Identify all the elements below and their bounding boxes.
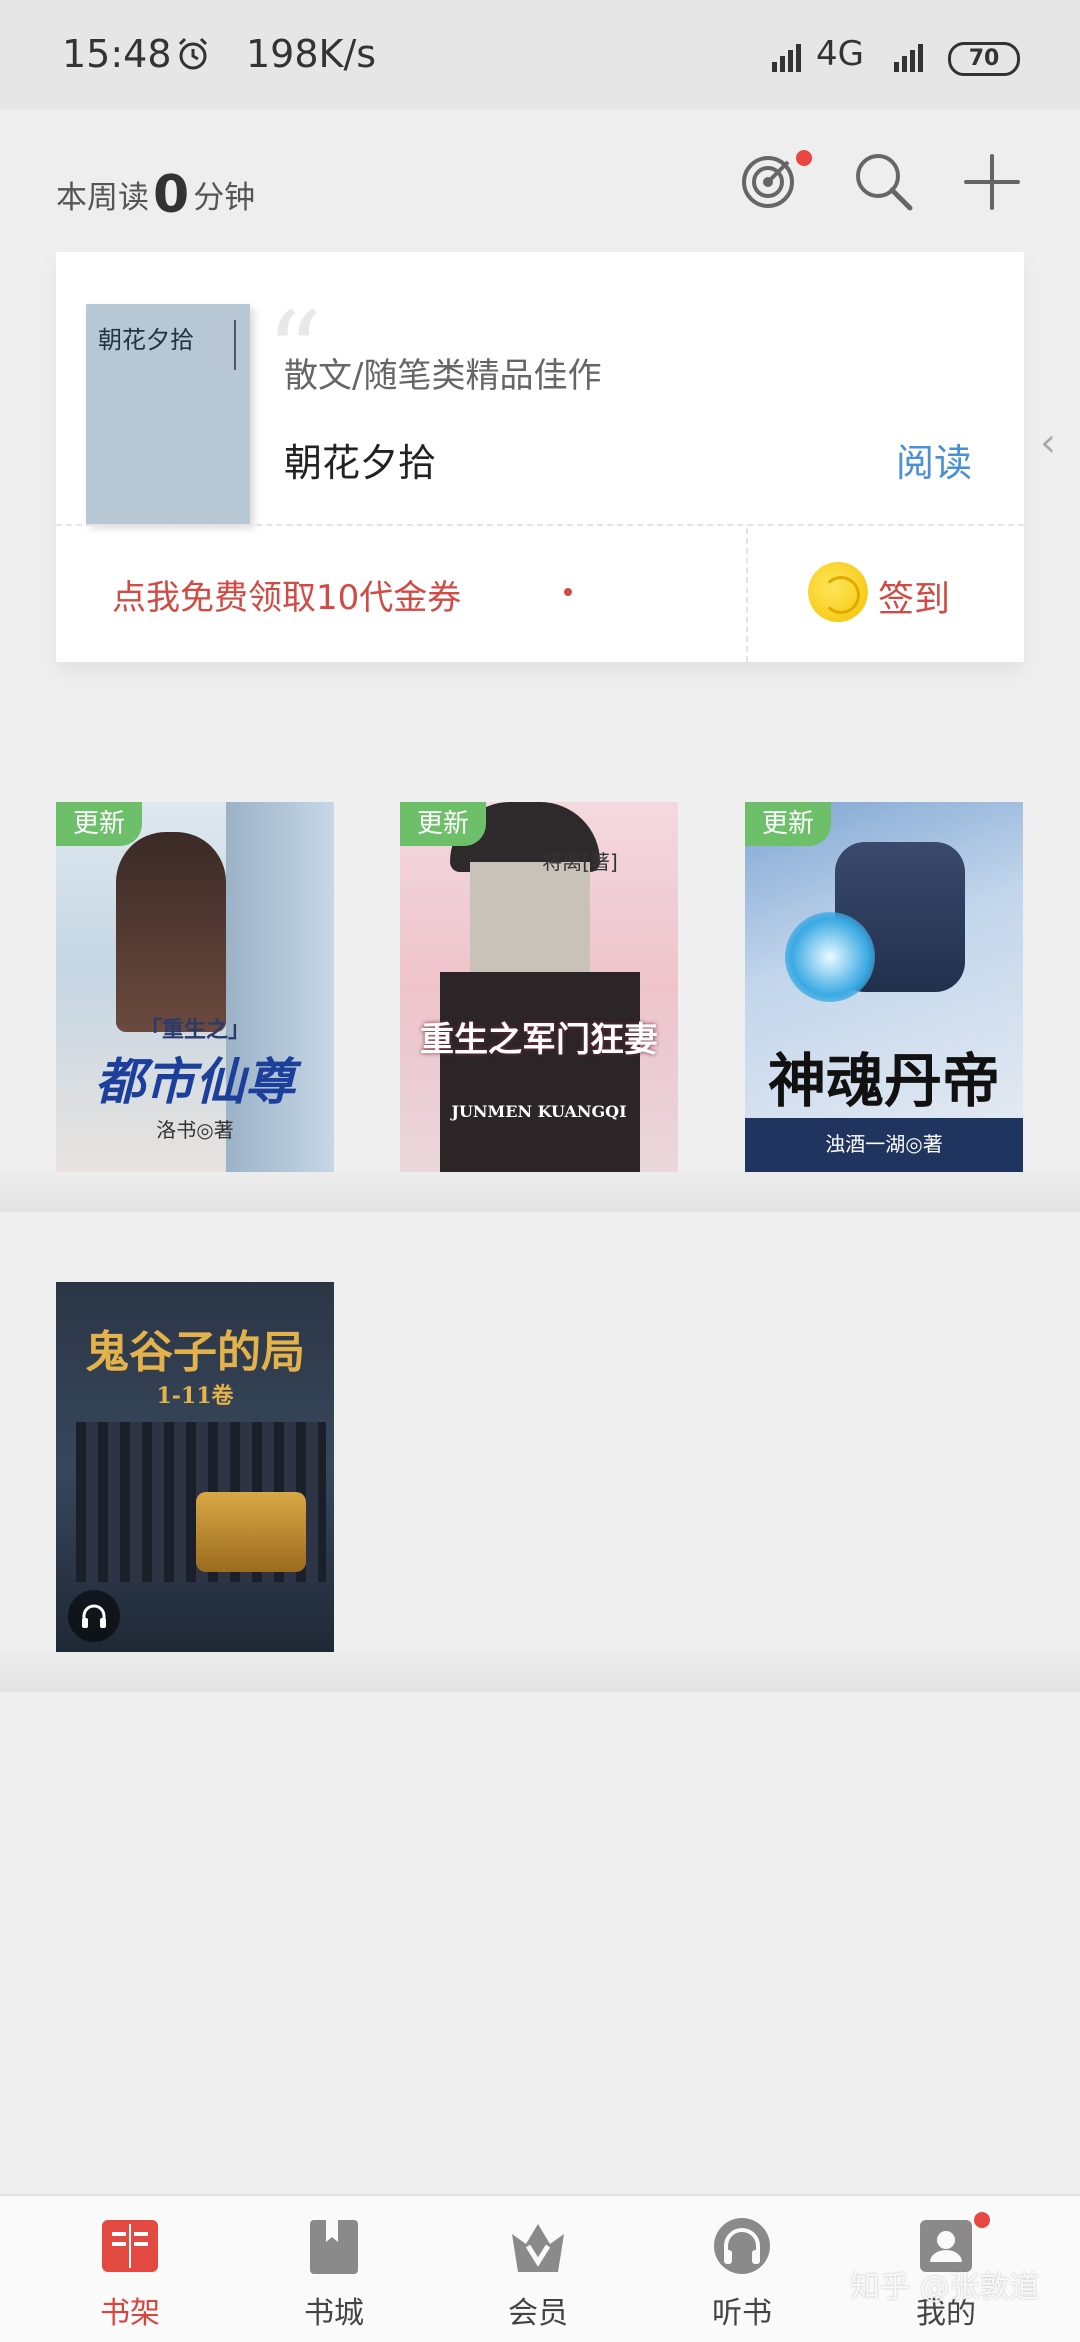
target-icon[interactable] (738, 148, 802, 212)
featured-book-cover[interactable]: 朝花夕拾 (86, 304, 250, 524)
nav-audiobooks[interactable]: 听书 (672, 2196, 812, 2342)
shelf-divider (0, 1652, 1080, 1692)
book-cover-author: 洛书◎著 (156, 1118, 234, 1142)
update-badge: 更新 (400, 802, 486, 846)
nav-label: 书架 (100, 2296, 160, 2331)
crown-icon (512, 2224, 564, 2272)
week-read-prefix: 本周读 (56, 180, 149, 216)
status-net-speed: 198K/s (246, 32, 377, 76)
add-icon[interactable] (960, 150, 1024, 214)
nav-label: 书城 (304, 2296, 364, 2331)
coupon-link[interactable]: 点我免费领取10代金券 (112, 570, 461, 619)
watermark: 知乎 @张敦道 (850, 2270, 1040, 2305)
book-cover-figure (116, 832, 226, 1032)
checkin-button[interactable]: 签到 (878, 570, 950, 622)
book-cover-title: 神魂丹帝 (767, 1047, 1000, 1115)
book-cover-title: 鬼谷子的局 (85, 1327, 305, 1378)
week-read-minutes: 0 (153, 165, 190, 225)
coin-icon[interactable] (808, 562, 868, 622)
read-button[interactable]: 阅读 (896, 432, 972, 487)
update-badge: 更新 (56, 802, 142, 846)
book-cover-figure (470, 862, 590, 982)
weekly-reading-time[interactable]: 本周读0 分钟 (56, 165, 255, 225)
book-cover-title: 都市仙尊 (95, 1052, 295, 1111)
book-cover-author: 浊酒一湖◎著 (825, 1132, 943, 1156)
week-read-suffix: 分钟 (193, 180, 256, 216)
card-divider (56, 524, 1024, 526)
status-time: 15:48 (62, 32, 172, 76)
book-item[interactable]: 更新 将离[著] 重生之军门狂妻 JUNMEN KUANGQI (400, 802, 678, 1172)
nav-bookshelf[interactable]: 书架 (60, 2196, 200, 2342)
status-bar: 15:48 198K/s 4G 70 (0, 0, 1080, 110)
signal-icon-2 (894, 44, 923, 72)
nav-bookstore[interactable]: 书城 (264, 2196, 404, 2342)
shelf-divider (0, 1172, 1080, 1212)
featured-cover-title: 朝花夕拾 (98, 326, 194, 354)
update-badge: 更新 (745, 802, 831, 846)
book-cover-title: 重生之军门狂妻 (420, 1020, 658, 1060)
headphones-icon (82, 1604, 106, 1628)
search-icon[interactable] (852, 150, 916, 214)
book-cover-author: 将离[著] (542, 850, 618, 874)
nav-label: 听书 (712, 2296, 772, 2331)
side-drawer-arrow-icon[interactable]: ‹ (1040, 420, 1056, 466)
featured-book-card[interactable]: 朝花夕拾 “ 散文/随笔类精品佳作 朝花夕拾 阅读 点我免费领取10代金券 签到 (56, 252, 1024, 662)
book-cover-subtitle: JUNMEN KUANGQI (451, 1102, 627, 1121)
book-item[interactable]: 鬼谷子的局 1-11卷 (56, 1282, 334, 1652)
notification-dot (796, 150, 812, 166)
book-cover-subtitle: 「重生之」 (139, 1017, 250, 1043)
book-item[interactable]: 更新 神魂丹帝 浊酒一湖◎著 (745, 802, 1023, 1172)
battery-indicator: 70 (948, 42, 1020, 76)
headphones-icon (714, 2218, 770, 2274)
book-cover-orb (785, 912, 875, 1002)
book-item[interactable]: 更新 「重生之」 都市仙尊 洛书◎著 (56, 802, 334, 1172)
book-cover-coat (440, 972, 640, 1172)
book-cover-artifact (196, 1492, 306, 1572)
bookshelf-icon (102, 2220, 158, 2272)
coupon-dot (564, 588, 572, 596)
featured-subtitle: 散文/随笔类精品佳作 (284, 356, 602, 396)
nav-membership[interactable]: 会员 (468, 2196, 608, 2342)
nav-label: 会员 (508, 2296, 568, 2331)
book-cover-subtitle: 1-11卷 (156, 1383, 234, 1409)
card-vertical-divider (746, 528, 748, 662)
signal-icon (772, 44, 801, 72)
bookmark-book-icon (310, 2220, 358, 2274)
featured-title: 朝花夕拾 (284, 441, 437, 485)
network-type: 4G (816, 34, 864, 74)
audiobook-badge (68, 1590, 120, 1642)
alarm-icon (178, 37, 208, 70)
profile-notification-dot (974, 2212, 990, 2228)
